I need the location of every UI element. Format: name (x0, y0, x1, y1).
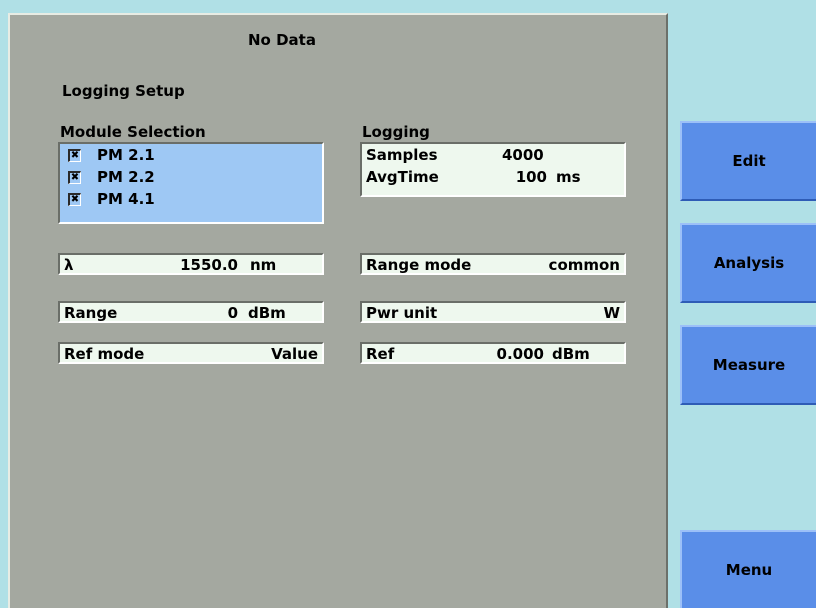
pwr-unit-value: W (603, 304, 620, 322)
logging-heading: Logging (362, 123, 430, 141)
measure-button[interactable]: Measure (680, 325, 816, 405)
range-unit: dBm (248, 304, 286, 322)
ref-mode-label: Ref mode (64, 345, 145, 363)
edit-button[interactable]: Edit (680, 121, 816, 201)
module-selection-heading: Module Selection (60, 123, 206, 141)
ref-label: Ref (366, 345, 395, 363)
wavelength-field[interactable]: λ 1550.0 nm (58, 253, 324, 275)
range-mode-label: Range mode (366, 256, 472, 274)
pwr-unit-field[interactable]: Pwr unit W (360, 301, 626, 323)
analysis-button[interactable]: Analysis (680, 223, 816, 303)
ref-field[interactable]: Ref 0.000 dBm (360, 342, 626, 364)
module-label-pm-4-1: PM 4.1 (97, 190, 155, 208)
ref-mode-field[interactable]: Ref mode Value (58, 342, 324, 364)
wavelength-unit: nm (250, 256, 277, 274)
status-title: No Data (248, 31, 316, 49)
module-label-pm-2-1: PM 2.1 (97, 146, 155, 164)
checkbox-pm-2-2[interactable]: ✖ (68, 171, 81, 184)
lambda-symbol: λ (64, 256, 74, 274)
checkbox-pm-4-1[interactable]: ✖ (68, 193, 81, 206)
module-item-pm-4-1[interactable]: ✖ PM 4.1 (60, 190, 322, 210)
range-field[interactable]: Range 0 dBm (58, 301, 324, 323)
avgtime-value: 100 (515, 168, 547, 186)
pwr-unit-label: Pwr unit (366, 304, 438, 322)
range-mode-field[interactable]: Range mode common (360, 253, 626, 275)
avgtime-unit: ms (556, 168, 581, 186)
range-label: Range (64, 304, 118, 322)
module-item-pm-2-1[interactable]: ✖ PM 2.1 (60, 146, 322, 166)
page-title: Logging Setup (62, 82, 185, 100)
ref-value: 0.000 (496, 345, 544, 363)
range-mode-value: common (548, 256, 620, 274)
module-selection-list: ✖ PM 2.1 ✖ PM 2.2 ✖ PM 4.1 (58, 142, 324, 224)
module-label-pm-2-2: PM 2.2 (97, 168, 155, 186)
wavelength-value: 1550.0 (180, 256, 238, 274)
ref-mode-value: Value (271, 345, 318, 363)
module-item-pm-2-2[interactable]: ✖ PM 2.2 (60, 168, 322, 188)
samples-value: 4000 (502, 146, 544, 164)
samples-label: Samples (366, 146, 438, 164)
checkbox-pm-2-1[interactable]: ✖ (68, 149, 81, 162)
ref-unit: dBm (552, 345, 590, 363)
avgtime-label: AvgTime (366, 168, 439, 186)
logging-panel[interactable]: Samples 4000 AvgTime 100 ms (360, 142, 626, 197)
main-panel: No Data Logging Setup Module Selection ✖… (8, 13, 668, 608)
menu-button[interactable]: Menu (680, 530, 816, 608)
range-value: 0 (227, 304, 238, 322)
